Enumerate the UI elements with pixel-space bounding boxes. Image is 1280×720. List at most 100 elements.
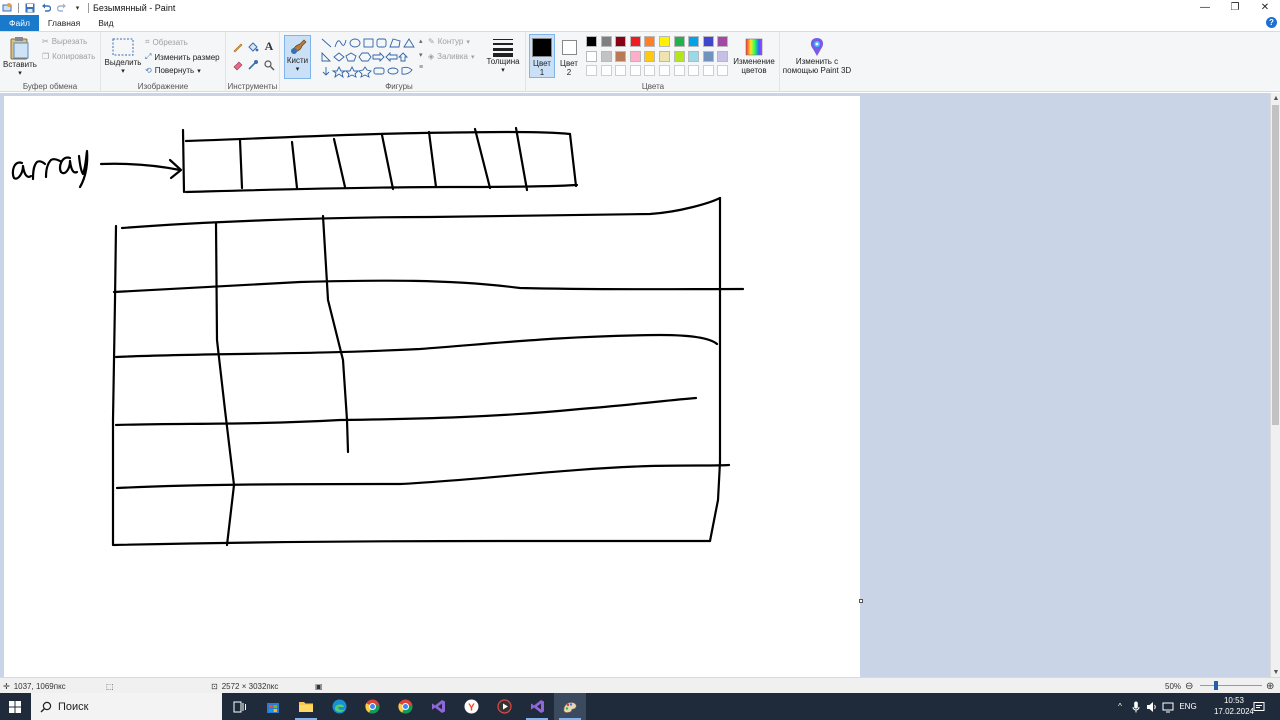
color-picker-icon[interactable] bbox=[247, 59, 259, 71]
palette-color-swatch[interactable] bbox=[615, 65, 627, 77]
paint-taskbar-icon[interactable] bbox=[554, 693, 586, 720]
taskbar-search[interactable]: Поиск bbox=[31, 693, 222, 720]
image-size-text: 2572 × 3032пкс bbox=[221, 681, 279, 691]
visual-studio-running-icon[interactable] bbox=[521, 693, 553, 720]
tab-file[interactable]: Файл bbox=[0, 15, 39, 31]
scrollbar-thumb[interactable] bbox=[1272, 105, 1279, 425]
palette-color-swatch[interactable] bbox=[688, 50, 700, 62]
palette-color-swatch[interactable] bbox=[644, 65, 656, 77]
undo-icon[interactable] bbox=[40, 2, 51, 13]
tab-view[interactable]: Вид bbox=[89, 15, 122, 31]
vertical-scrollbar[interactable]: ▲ ▼ bbox=[1270, 93, 1280, 677]
shapes-gallery[interactable] bbox=[320, 37, 424, 79]
crop-button[interactable]: ⌗ Обрезать bbox=[145, 37, 188, 47]
outline-button[interactable]: ✎ Контур ▾ bbox=[428, 37, 470, 46]
edit-colors-button[interactable]: Изменение цветов bbox=[730, 37, 778, 75]
paste-button[interactable]: Вставить ▾ bbox=[3, 36, 37, 78]
select-button[interactable]: Выделить ▾ bbox=[105, 36, 141, 76]
scroll-up-icon[interactable]: ▲ bbox=[1271, 93, 1280, 103]
palette-color-swatch[interactable] bbox=[659, 65, 670, 77]
palette-color-swatch[interactable] bbox=[717, 65, 729, 77]
drawing-canvas[interactable] bbox=[4, 96, 860, 677]
restore-button[interactable]: ❐ bbox=[1220, 0, 1250, 15]
paste-dropdown-icon[interactable]: ▾ bbox=[18, 69, 22, 78]
select-dropdown-icon[interactable]: ▾ bbox=[121, 67, 125, 76]
microsoft-store-icon[interactable] bbox=[257, 693, 289, 720]
volume-icon[interactable] bbox=[1145, 693, 1159, 720]
paint3d-button[interactable]: Изменить с помощью Paint 3D bbox=[781, 37, 853, 75]
zoom-slider[interactable] bbox=[1200, 685, 1262, 686]
palette-color-swatch[interactable] bbox=[644, 50, 656, 62]
shapes-scroll-down-icon[interactable]: ▾ bbox=[419, 51, 423, 59]
palette-color-swatch[interactable] bbox=[600, 65, 612, 77]
palette-color-swatch[interactable] bbox=[615, 36, 627, 47]
language-indicator[interactable]: ENG bbox=[1177, 693, 1199, 720]
text-icon[interactable]: A bbox=[263, 39, 275, 53]
minimize-button[interactable]: — bbox=[1190, 0, 1220, 15]
palette-color-swatch[interactable] bbox=[629, 65, 641, 77]
shapes-expand-icon[interactable]: ≡ bbox=[419, 64, 423, 71]
customize-qat-icon[interactable]: ▾ bbox=[72, 2, 83, 13]
palette-color-swatch[interactable] bbox=[629, 50, 641, 62]
size-button[interactable]: Толщина ▾ bbox=[484, 37, 522, 75]
network-icon[interactable] bbox=[1161, 693, 1175, 720]
shapes-scroll-up-icon[interactable]: ▴ bbox=[419, 37, 423, 45]
help-icon[interactable]: ? bbox=[1266, 17, 1277, 28]
palette-color-swatch[interactable] bbox=[586, 36, 597, 47]
palette-color-swatch[interactable] bbox=[659, 36, 670, 47]
palette-color-swatch[interactable] bbox=[702, 65, 714, 77]
palette-color-swatch[interactable] bbox=[629, 36, 641, 47]
palette-color-swatch[interactable] bbox=[688, 36, 700, 47]
palette-color-swatch[interactable] bbox=[600, 50, 612, 62]
color1-button[interactable]: Цвет 1 bbox=[529, 34, 555, 78]
zoom-in-button[interactable]: ⊕ bbox=[1266, 678, 1274, 694]
cut-button[interactable]: ✂ Вырезать bbox=[42, 37, 87, 46]
palette-color-swatch[interactable] bbox=[673, 36, 685, 47]
palette-color-swatch[interactable] bbox=[600, 36, 612, 47]
pencil-icon[interactable] bbox=[232, 41, 244, 53]
palette-color-swatch[interactable] bbox=[702, 50, 714, 62]
zoom-slider-thumb[interactable] bbox=[1213, 681, 1218, 690]
close-button[interactable]: ✕ bbox=[1250, 0, 1280, 15]
scroll-down-icon[interactable]: ▼ bbox=[1271, 667, 1280, 677]
canvas-resize-handle[interactable] bbox=[859, 599, 863, 603]
notifications-icon[interactable] bbox=[1250, 693, 1268, 720]
visual-studio-icon[interactable] bbox=[422, 693, 454, 720]
palette-color-swatch[interactable] bbox=[644, 36, 656, 47]
palette-color-swatch[interactable] bbox=[702, 36, 714, 47]
file-explorer-icon[interactable] bbox=[290, 693, 322, 720]
resize-button[interactable]: ⤢ Изменить размер bbox=[145, 52, 220, 62]
yandex-browser-icon[interactable]: Y bbox=[455, 693, 487, 720]
edge-browser-icon[interactable] bbox=[323, 693, 355, 720]
magnifier-icon[interactable] bbox=[263, 59, 275, 71]
palette-color-swatch[interactable] bbox=[615, 50, 627, 62]
palette-color-swatch[interactable] bbox=[717, 36, 729, 47]
chrome-profile-icon[interactable] bbox=[389, 693, 421, 720]
palette-color-swatch[interactable] bbox=[586, 65, 597, 77]
palette-color-swatch[interactable] bbox=[717, 50, 729, 62]
brushes-button[interactable]: Кисти ▾ bbox=[284, 35, 311, 79]
save-icon[interactable] bbox=[24, 2, 35, 13]
tab-home[interactable]: Главная bbox=[39, 15, 89, 31]
eraser-icon[interactable] bbox=[232, 59, 244, 71]
palette-color-swatch[interactable] bbox=[659, 50, 670, 62]
palette-color-swatch[interactable] bbox=[586, 50, 597, 62]
start-button[interactable] bbox=[0, 693, 30, 720]
palette-color-swatch[interactable] bbox=[688, 65, 700, 77]
zoom-out-button[interactable]: ⊖ bbox=[1185, 678, 1193, 694]
rotate-button[interactable]: ⟲ Повернуть ▾ bbox=[145, 66, 201, 75]
media-player-icon[interactable] bbox=[488, 693, 520, 720]
fill-shape-button[interactable]: ◈ Заливка ▾ bbox=[428, 52, 474, 61]
color2-button[interactable]: Цвет 2 bbox=[558, 37, 580, 77]
ribbon: Вставить ▾ ✂ Вырезать ❐ Копировать Буфер… bbox=[0, 31, 1280, 92]
fill-icon[interactable] bbox=[247, 41, 259, 53]
copy-button[interactable]: ❐ Копировать bbox=[42, 52, 95, 61]
task-view-icon[interactable] bbox=[224, 693, 256, 720]
palette-color-swatch[interactable] bbox=[673, 65, 685, 77]
palette-color-swatch[interactable] bbox=[673, 50, 685, 62]
microphone-icon[interactable] bbox=[1129, 693, 1143, 720]
tray-overflow-icon[interactable]: ^ bbox=[1113, 693, 1127, 720]
redo-icon[interactable] bbox=[56, 2, 67, 13]
chrome-icon[interactable] bbox=[356, 693, 388, 720]
image-group: Выделить ▾ ⌗ Обрезать ⤢ Изменить размер … bbox=[101, 32, 226, 92]
